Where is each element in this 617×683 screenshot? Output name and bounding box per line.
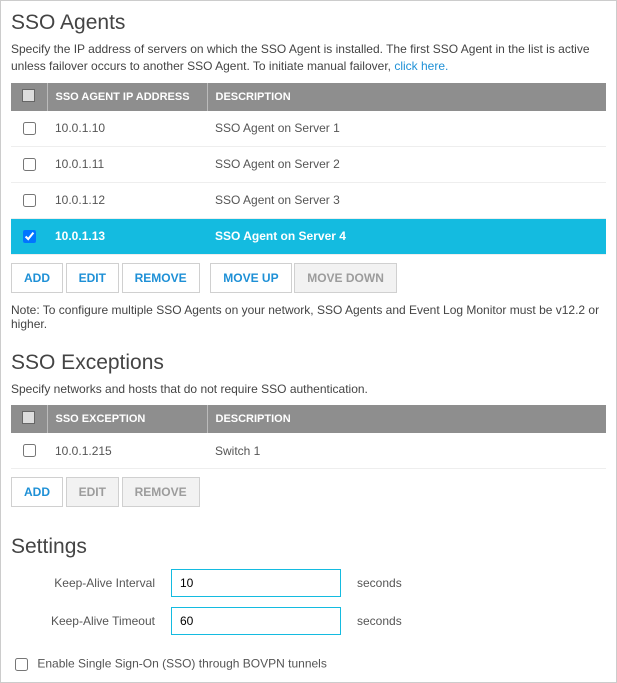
keepalive-timeout-row: Keep-Alive Timeout seconds	[11, 607, 606, 635]
agents-edit-button[interactable]: EDIT	[66, 263, 119, 293]
exception-desc-cell: Switch 1	[207, 433, 606, 469]
exception-row-checkbox[interactable]	[23, 444, 36, 457]
exceptions-header-checkbox[interactable]	[11, 405, 47, 433]
exceptions-header-exc: SSO EXCEPTION	[47, 405, 207, 433]
agent-desc-cell: SSO Agent on Server 3	[207, 182, 606, 218]
agent-ip-cell: 10.0.1.13	[47, 218, 207, 254]
sso-agents-table: SSO AGENT IP ADDRESS DESCRIPTION 10.0.1.…	[11, 83, 606, 255]
exceptions-edit-button: EDIT	[66, 477, 119, 507]
sso-agents-title: SSO Agents	[11, 11, 606, 35]
agents-add-button[interactable]: ADD	[11, 263, 63, 293]
agents-header-ip: SSO AGENT IP ADDRESS	[47, 83, 207, 111]
bovpn-checkbox[interactable]	[15, 658, 28, 671]
exceptions-button-row: ADD EDIT REMOVE	[11, 477, 606, 507]
sso-exceptions-description: Specify networks and hosts that do not r…	[11, 381, 606, 398]
agent-ip-cell: 10.0.1.12	[47, 182, 207, 218]
sso-exceptions-title: SSO Exceptions	[11, 351, 606, 375]
exceptions-header-desc: DESCRIPTION	[207, 405, 606, 433]
agent-row-checkbox[interactable]	[23, 230, 36, 243]
agents-moveup-button[interactable]: MOVE UP	[210, 263, 291, 293]
agents-remove-button[interactable]: REMOVE	[122, 263, 200, 293]
agent-row-checkbox[interactable]	[23, 158, 36, 171]
agent-ip-cell: 10.0.1.10	[47, 111, 207, 147]
bovpn-row: Enable Single Sign-On (SSO) through BOVP…	[11, 655, 606, 674]
table-row[interactable]: 10.0.1.13SSO Agent on Server 4	[11, 218, 606, 254]
agents-header-checkbox[interactable]	[11, 83, 47, 111]
settings-title: Settings	[11, 535, 606, 559]
keepalive-interval-label: Keep-Alive Interval	[11, 576, 171, 590]
agents-note: Note: To configure multiple SSO Agents o…	[11, 303, 606, 331]
agent-row-checkbox[interactable]	[23, 122, 36, 135]
keepalive-interval-unit: seconds	[357, 576, 402, 590]
sso-agents-description: Specify the IP address of servers on whi…	[11, 41, 606, 75]
agent-ip-cell: 10.0.1.11	[47, 146, 207, 182]
exception-ip-cell: 10.0.1.215	[47, 433, 207, 469]
agents-movedown-button: MOVE DOWN	[294, 263, 397, 293]
agents-header-desc: DESCRIPTION	[207, 83, 606, 111]
table-row[interactable]: 10.0.1.10SSO Agent on Server 1	[11, 111, 606, 147]
table-row[interactable]: 10.0.1.11SSO Agent on Server 2	[11, 146, 606, 182]
keepalive-interval-row: Keep-Alive Interval seconds	[11, 569, 606, 597]
agent-desc-cell: SSO Agent on Server 4	[207, 218, 606, 254]
agent-desc-cell: SSO Agent on Server 1	[207, 111, 606, 147]
keepalive-interval-input[interactable]	[171, 569, 341, 597]
exceptions-add-button[interactable]: ADD	[11, 477, 63, 507]
manual-failover-link[interactable]: click here.	[394, 59, 448, 73]
table-row[interactable]: 10.0.1.12SSO Agent on Server 3	[11, 182, 606, 218]
keepalive-timeout-label: Keep-Alive Timeout	[11, 614, 171, 628]
exceptions-remove-button: REMOVE	[122, 477, 200, 507]
sso-agents-desc-text: Specify the IP address of servers on whi…	[11, 42, 590, 73]
agents-button-row: ADD EDIT REMOVE MOVE UP MOVE DOWN	[11, 263, 606, 293]
table-row[interactable]: 10.0.1.215Switch 1	[11, 433, 606, 469]
keepalive-timeout-unit: seconds	[357, 614, 402, 628]
agent-desc-cell: SSO Agent on Server 2	[207, 146, 606, 182]
sso-exceptions-table: SSO EXCEPTION DESCRIPTION 10.0.1.215Swit…	[11, 405, 606, 469]
agent-row-checkbox[interactable]	[23, 194, 36, 207]
keepalive-timeout-input[interactable]	[171, 607, 341, 635]
bovpn-label[interactable]: Enable Single Sign-On (SSO) through BOVP…	[37, 657, 327, 671]
